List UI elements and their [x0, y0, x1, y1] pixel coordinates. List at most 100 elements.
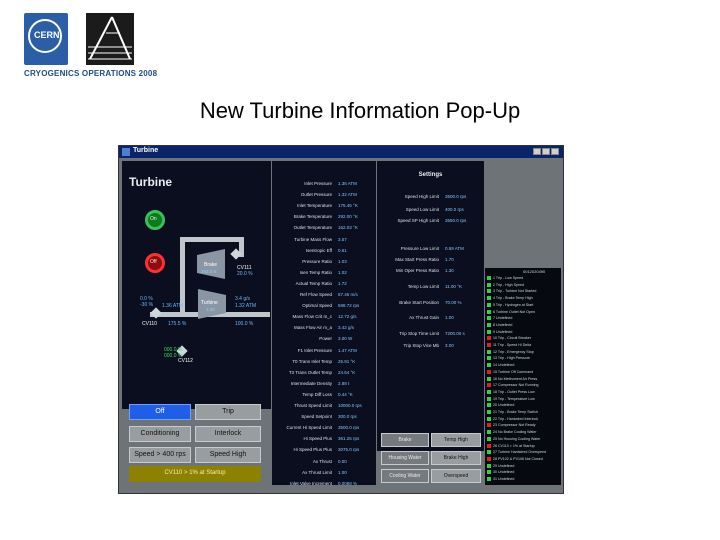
parameter-value: 12.72 g/s — [338, 314, 357, 320]
trip-list-item-text: 26 CV110 > 1% at Startup — [493, 443, 535, 448]
trip-list-item: 3 Trip - Turbine Not Started — [487, 289, 560, 294]
trip-list-item: 17 Compressor Not Running — [487, 383, 560, 388]
parameter-label: Isen Temp Ratio — [299, 269, 332, 275]
parameter-value: 292.00 °K — [338, 214, 358, 220]
trip-status-indicator-icon — [487, 369, 491, 374]
trip-status-list: 0012020490 1 Trip - Low Speed 2 Trip - Hi… — [485, 268, 561, 485]
parameter-value: 1.32 ATM — [338, 192, 357, 198]
trip-list-item: 9 Undefined — [487, 330, 560, 335]
inlet-pct-2: -30 % — [140, 302, 154, 308]
parameter-label: Temp Diff Loss — [302, 391, 332, 397]
window-app-icon — [122, 148, 130, 156]
parameter-label: Power — [319, 336, 332, 342]
setting-value[interactable]: 3550.0 rps — [445, 218, 481, 223]
setting-value[interactable]: 400.0 rps — [445, 207, 481, 212]
housing-water-button[interactable]: Housing Water — [381, 451, 429, 465]
trip-list-item-text: 25 No Housing Cooling Water — [493, 436, 541, 441]
parameter-label: Optimal Speed — [302, 303, 332, 309]
cv111-value: 20.0 % — [237, 271, 253, 277]
parameter-label: Inlet Temperature — [297, 203, 332, 209]
parameter-value: 25.91 °K — [338, 358, 356, 364]
setting-value[interactable]: 1.70 — [445, 257, 481, 262]
parameter-value: 3.42 g/s — [338, 325, 355, 331]
setting-label: Ax Thrust Gain — [409, 315, 439, 320]
cooling-water-button[interactable]: Cooling Water — [381, 469, 429, 483]
parameter-label: Intermediate Density — [290, 380, 332, 386]
turbine-window: Turbine Turbine On Off Brake 293.0 K Tur… — [118, 145, 564, 494]
setting-value[interactable]: 0.59 ATM — [445, 246, 481, 251]
trip-list-item: 30 Undefined — [487, 470, 560, 475]
cern-logo: CERN — [24, 13, 68, 65]
cryo-caption: CRYOGENICS OPERATIONS 2008 — [24, 69, 158, 78]
setting-value[interactable]: 3500.0 rps — [445, 194, 481, 199]
parameter-label: Ax Thrust — [312, 458, 332, 464]
trip-list-item-text: 20 Undefined — [493, 403, 515, 408]
on-label: On — [150, 216, 157, 222]
parameter-value: 598.72 rps — [338, 303, 360, 309]
setting-value[interactable]: 3.00 — [445, 343, 481, 348]
close-button[interactable] — [551, 148, 559, 155]
trip-status-indicator-icon — [487, 470, 491, 475]
minimize-button[interactable] — [533, 148, 541, 155]
speed-400-button[interactable]: Speed > 400 rps — [129, 447, 191, 463]
parameter-value: 3500.0 rps — [338, 425, 360, 431]
speed-high-button[interactable]: Speed High — [195, 447, 261, 463]
parameter-label: Mass Flow Crit m_c — [292, 314, 332, 320]
parameter-value: 0.61 — [338, 247, 347, 253]
right-pct-readout: 100.0 % — [235, 321, 254, 327]
parameter-value: 24.64 °K — [338, 369, 356, 375]
setting-label: Temp Low Limit — [407, 284, 439, 289]
parameter-value: 10000.0 rps — [338, 403, 362, 408]
trip-list-item-text: 29 Undefined — [493, 463, 515, 468]
parameter-value: 300.0 rps — [338, 414, 357, 420]
brake-high-button[interactable]: Brake High — [431, 451, 481, 465]
trip-list-item-text: 5 Trip - Hydrogen at Start — [493, 302, 534, 307]
setting-label: Speed High Limit — [404, 194, 439, 199]
parameter-label: Outlet Temperature — [293, 225, 332, 231]
trip-list-item-text: 10 Trip - Circuit Breaker — [493, 336, 531, 341]
interlock-button[interactable]: Interlock — [195, 426, 261, 442]
setting-value[interactable]: 70.00 % — [445, 300, 481, 305]
brake-status-button[interactable]: Brake — [381, 433, 429, 447]
overspeed-button[interactable]: Overspeed — [431, 469, 481, 483]
temp-high-button[interactable]: Temp High — [431, 433, 481, 447]
trip-list-item-text: 18 Trip - Outlet Press Low — [493, 389, 535, 394]
trip-status-indicator-icon — [487, 329, 491, 334]
trip-button[interactable]: Trip — [195, 404, 261, 420]
setting-value[interactable]: 1.30 — [445, 268, 481, 273]
cv110-label: CV110 — [142, 321, 157, 327]
trip-list-item-text: 27 Turbine Hardwired Overspeed — [493, 450, 546, 455]
setting-value[interactable]: 1.00 — [445, 315, 481, 320]
trip-list-item: 13 Trip - High Pressure — [487, 356, 560, 361]
parameter-value: 1.03 — [338, 258, 347, 264]
cv110-startup-button[interactable]: CV110 > 1% at Startup — [129, 466, 261, 482]
trip-list-item-text: 15 Turbine Off Command — [493, 369, 534, 374]
setting-label: Brake Start Position — [399, 300, 439, 305]
parameter-value: 1.00 — [338, 469, 347, 475]
setting-value[interactable]: 7200.00 s — [445, 331, 481, 336]
trip-list-item: 27 Turbine Hardwired Overspeed — [487, 450, 560, 455]
parameter-label: Actual Temp Ratio — [295, 280, 332, 286]
flow-pct-readout: 175.5 % — [168, 321, 187, 327]
trip-status-indicator-icon — [487, 349, 491, 354]
cv112-value-b: 000.0 % — [164, 353, 183, 359]
trip-list-item: 31 Undefined — [487, 477, 560, 482]
trip-list-item-text: 28 PV102 & PV106 Not Closed — [493, 456, 543, 461]
setting-value[interactable]: 11.00 °K — [445, 284, 481, 289]
trip-list-item-text: 12 Trip - Emergency Stop — [493, 349, 534, 354]
trip-status-indicator-icon — [487, 336, 491, 341]
conditioning-button[interactable]: Conditioning — [129, 426, 191, 442]
trip-status-indicator-icon — [487, 309, 491, 314]
off-button[interactable]: Off — [129, 404, 191, 420]
parameter-value: 361.25 rps — [338, 436, 360, 442]
trip-status-indicator-icon — [487, 343, 491, 348]
parameter-value: 67.46 m/s — [338, 292, 358, 297]
trip-list-item: 1 Trip - Low Speed — [487, 276, 560, 281]
setting-label: Speed Low Limit — [405, 207, 439, 212]
maximize-button[interactable] — [542, 148, 550, 155]
parameter-label: Brake Temperature — [293, 214, 332, 220]
parameter-value: 3075.0 rps — [338, 447, 360, 453]
trip-list-item: 5 Trip - Hydrogen at Start — [487, 303, 560, 308]
trip-list-item-text: 1 Trip - Low Speed — [493, 276, 524, 280]
trip-status-indicator-icon — [487, 443, 491, 448]
